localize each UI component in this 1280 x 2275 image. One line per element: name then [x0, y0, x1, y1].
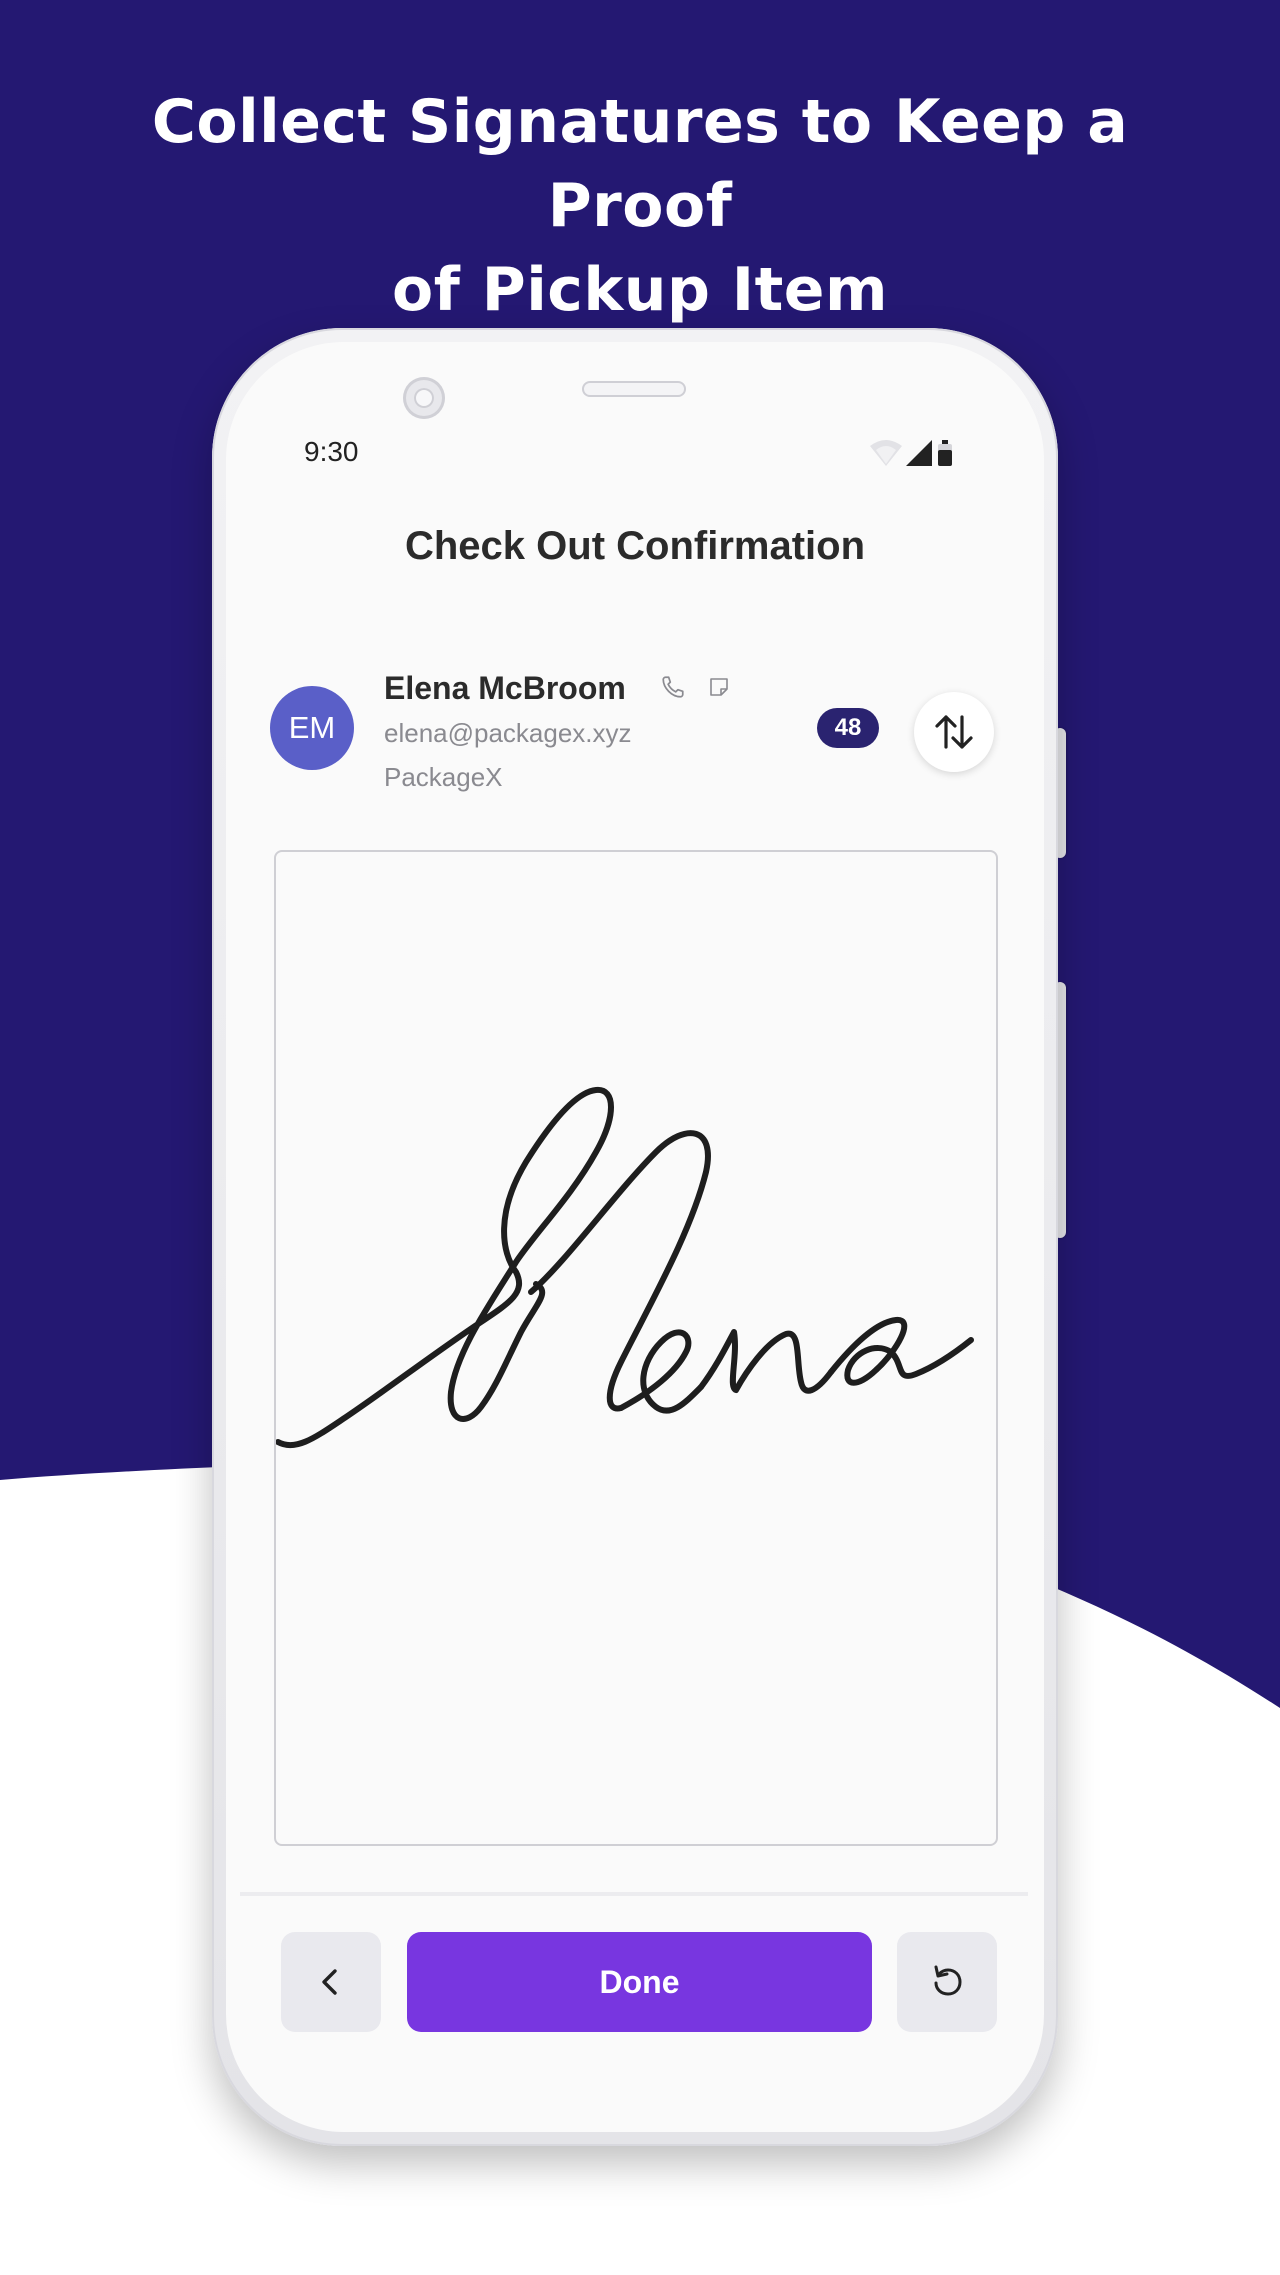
sort-arrows-icon — [935, 715, 973, 749]
back-button[interactable] — [281, 1932, 381, 2032]
avatar-initials: EM — [288, 710, 336, 745]
app-store-screenshot: Collect Signatures to Keep a Proof of Pi… — [0, 0, 1280, 2275]
page-title: Check Out Confirmation — [404, 524, 866, 568]
count-badge: 48 — [817, 708, 879, 748]
contact-name: Elena McBroom — [384, 670, 626, 706]
contact-email: elena@packagex.xyz — [384, 718, 632, 748]
done-button[interactable]: Done — [407, 1932, 872, 2032]
headline-line-1: Collect Signatures to Keep a Proof — [151, 87, 1129, 241]
bottom-bar-divider — [240, 1892, 1028, 1896]
status-icons — [868, 436, 968, 470]
wifi-icon — [870, 440, 902, 466]
signal-icon — [906, 440, 932, 466]
reset-button[interactable] — [897, 1932, 997, 2032]
avatar: EM — [270, 686, 354, 770]
note-icon[interactable] — [707, 675, 731, 699]
battery-icon — [938, 440, 952, 466]
chevron-left-icon — [322, 1969, 337, 1995]
sort-button[interactable] — [914, 692, 994, 772]
headline: Collect Signatures to Keep a Proof of Pi… — [60, 80, 1220, 332]
signature-drawing — [276, 1086, 974, 1449]
phone-icon[interactable] — [660, 674, 686, 700]
headline-line-2: of Pickup Item — [392, 255, 888, 325]
signature-pad[interactable] — [274, 850, 998, 1846]
earpiece-speaker — [582, 381, 686, 397]
status-time: 9:30 — [304, 436, 359, 467]
rotate-ccw-icon — [934, 1965, 962, 1996]
contact-organization: PackageX — [384, 762, 503, 792]
front-camera — [403, 377, 445, 419]
